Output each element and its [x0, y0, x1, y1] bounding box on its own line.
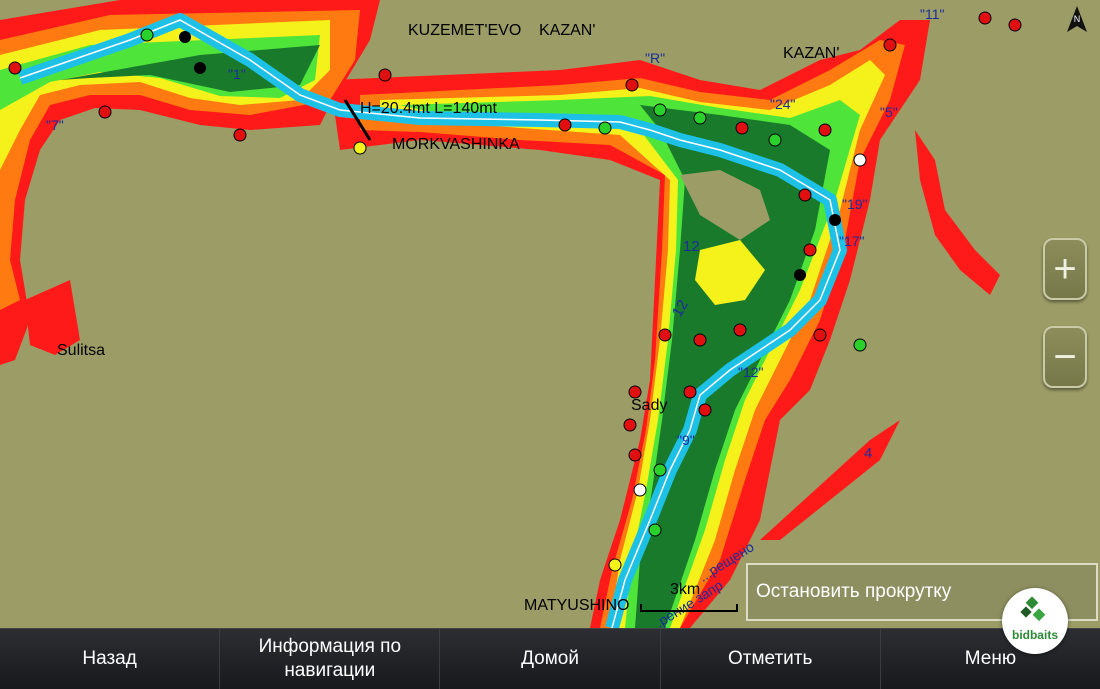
place-sulitsa: Sulitsa	[57, 342, 106, 359]
depth-label: 4	[864, 445, 873, 462]
zoom-out-button[interactable]: −	[1043, 326, 1087, 388]
place-morkvashinka: MORKVASHINKA	[392, 136, 520, 153]
place-sady: Sady	[631, 397, 668, 414]
bridge-clearance-label: H=20.4mt L=140mt	[360, 100, 497, 117]
zoom-in-button[interactable]: +	[1043, 238, 1087, 300]
place-kazan-right: KAZAN'	[783, 45, 840, 62]
place-kuzemetevo: KUZEMET'EVO	[408, 22, 522, 39]
buoy-label: "7"	[46, 117, 64, 133]
scale-bar	[640, 604, 738, 612]
plus-icon: +	[1053, 247, 1077, 291]
buoy-label: "19"	[842, 196, 868, 212]
north-arrow-icon[interactable]: N	[1064, 4, 1090, 34]
svg-text:N: N	[1074, 14, 1081, 24]
place-matyushino: MATYUSHINO	[524, 597, 630, 614]
home-button[interactable]: Домой	[440, 629, 661, 689]
buoy-label: "1"	[228, 66, 246, 82]
buoy-label: "5"	[880, 104, 898, 120]
buoy-label: "17"	[839, 233, 865, 249]
back-button[interactable]: Назад	[0, 629, 221, 689]
buoy-label: "11"	[920, 6, 945, 22]
buoy-label: "R"	[645, 50, 666, 66]
bidbaits-logo: bidbaits	[1002, 588, 1068, 654]
minus-icon: −	[1053, 335, 1077, 379]
mark-button[interactable]: Отметить	[661, 629, 881, 689]
buoy-label: "24"	[770, 96, 796, 112]
place-kazan-upper: KAZAN'	[539, 22, 596, 39]
scale-label: 3km	[670, 581, 701, 598]
chart-map[interactable]	[0, 0, 1100, 628]
buoy-label: "9"	[677, 432, 695, 448]
buoy-label: "12"	[738, 364, 764, 380]
depth-label: 12	[683, 238, 700, 255]
logo-text: bidbaits	[1011, 628, 1058, 642]
navigation-info-button[interactable]: Информация по навигации	[220, 629, 441, 689]
logo-mark-icon	[1020, 596, 1046, 622]
bottom-navigation-bar: Назад Информация по навигации Домой Отме…	[0, 628, 1100, 689]
